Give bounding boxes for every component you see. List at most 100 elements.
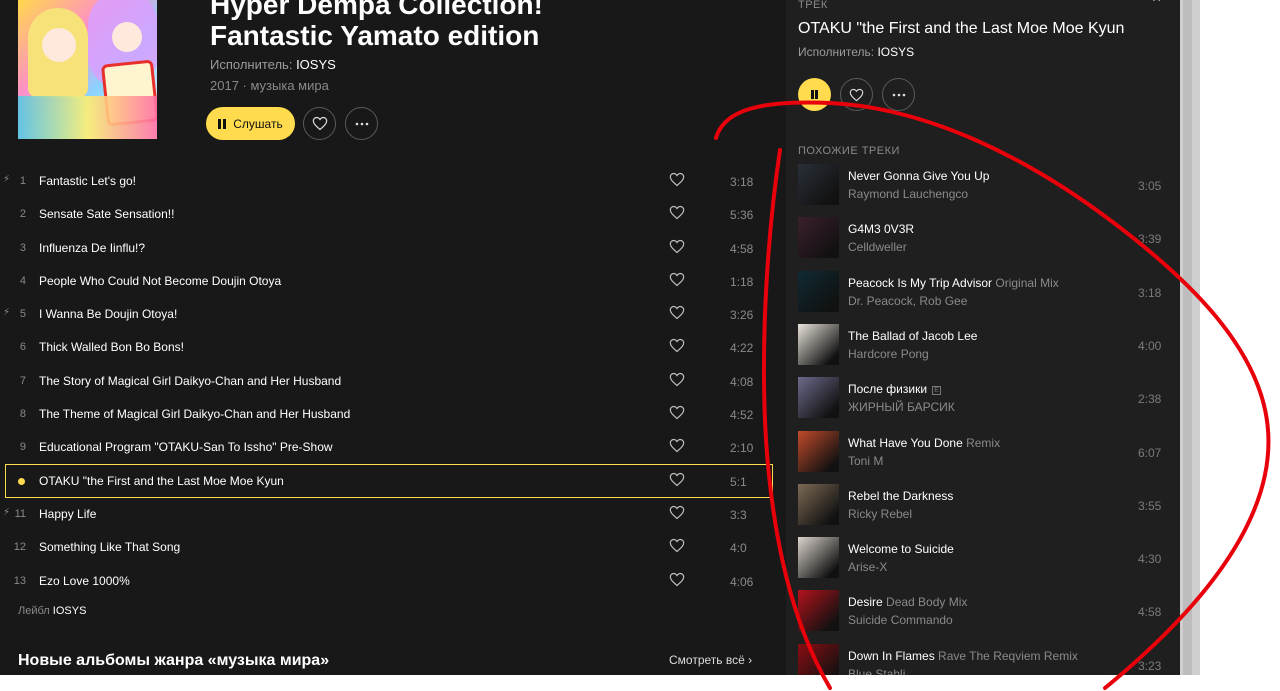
heart-icon[interactable] [669,272,685,288]
panel-like-button[interactable] [840,78,873,111]
heart-icon[interactable] [669,205,685,221]
track-row[interactable]: ⚡︎ 1 Fantastic Let's go! 3:18 [0,164,786,197]
heart-icon[interactable] [669,372,685,388]
panel-artist-link[interactable]: IOSYS [877,45,914,59]
heart-icon[interactable] [669,572,685,588]
similar-track-title-line: После физики E [848,382,942,396]
track-title[interactable]: Sensate Sate Sensation!! [39,207,174,221]
track-title[interactable]: OTAKU "the First and the Last Moe Moe Ky… [39,474,284,488]
similar-track-row[interactable]: The Ballad of Jacob Lee Hardcore Pong 4:00 [798,323,1168,377]
heart-icon[interactable] [669,305,685,321]
track-title[interactable]: Influenza De Iinflu!? [39,241,145,255]
similar-track-title[interactable]: Welcome to Suicide [848,542,954,556]
scrollbar-thumb[interactable] [1183,0,1192,675]
artist-label: Исполнитель: [210,57,293,72]
similar-track-title-line: Rebel the Darkness [848,489,953,503]
similar-track-artist[interactable]: Celldweller [848,240,907,254]
similar-track-title[interactable]: The Ballad of Jacob Lee [848,329,977,343]
similar-track-cover[interactable] [798,483,839,525]
listen-button[interactable]: Слушать [206,107,295,140]
similar-track-artist[interactable]: Toni M [848,454,883,468]
heart-icon[interactable] [669,438,685,454]
similar-track-cover[interactable] [798,270,839,312]
similar-track-row[interactable]: После физики E ЖИРНЫЙ БАРСИК 2:38 [798,377,1168,430]
heart-icon[interactable] [669,505,685,521]
similar-track-cover[interactable] [798,377,839,419]
track-title[interactable]: The Theme of Magical Girl Daikyo-Chan an… [39,407,350,421]
like-album-button[interactable] [303,107,336,140]
similar-track-artist[interactable]: Ricky Rebel [848,507,912,521]
similar-track-artist[interactable]: Raymond Lauchengco [848,187,968,201]
track-row[interactable]: 6 Thick Walled Bon Bo Bons! 4:22 [0,330,786,363]
track-row[interactable]: 13 Ezo Love 1000% 4:06 [0,564,786,597]
track-duration: 4:58 [730,241,754,256]
more-options-button[interactable] [345,107,378,140]
similar-track-cover[interactable] [798,643,839,675]
similar-track-row[interactable]: Welcome to Suicide Arise-X 4:30 [798,537,1168,590]
similar-track-artist[interactable]: Dr. Peacock, Rob Gee [848,294,967,308]
panel-pause-button[interactable] [798,78,831,111]
similar-track-title[interactable]: G4M3 0V3R [848,222,914,236]
similar-track-title[interactable]: Rebel the Darkness [848,489,953,503]
heart-icon[interactable] [669,239,685,255]
similar-track-title[interactable]: Peacock Is My Trip Advisor [848,276,992,290]
track-row[interactable]: 2 Sensate Sate Sensation!! 5:36 [0,197,786,230]
artist-link[interactable]: IOSYS [296,57,336,72]
similar-track-artist[interactable]: ЖИРНЫЙ БАРСИК [848,400,955,414]
panel-kicker: ТРЕК [798,0,828,11]
similar-track-row[interactable]: Down In Flames Rave The Reqviem Remix Blu… [798,643,1168,675]
similar-track-title[interactable]: Desire [848,595,883,609]
similar-track-row[interactable]: Desire Dead Body Mix Suicide Commando 4:58 [798,590,1168,643]
panel-more-button[interactable] [882,78,915,111]
track-title[interactable]: Something Like That Song [39,540,180,554]
track-row[interactable]: ⚡︎ 11 Happy Life 3:3 [0,497,786,530]
similar-track-cover[interactable] [798,430,839,472]
track-title[interactable]: Educational Program "OTAKU-San To Issho"… [39,440,333,454]
track-row[interactable]: 9 Educational Program "OTAKU-San To Issho… [0,430,786,463]
similar-track-title[interactable]: Never Gonna Give You Up [848,169,989,183]
heart-icon[interactable] [669,338,685,354]
similar-track-row[interactable]: Peacock Is My Trip Advisor Original Mix D… [798,270,1168,324]
similar-track-title[interactable]: What Have You Done [848,436,963,450]
similar-track-cover[interactable] [798,590,839,632]
track-title[interactable]: Happy Life [39,507,96,521]
track-title[interactable]: Ezo Love 1000% [39,574,130,588]
track-title[interactable]: The Story of Magical Girl Daikyo-Chan an… [39,374,341,388]
track-row[interactable]: ⚡︎ 5 I Wanna Be Doujin Otoya! 3:26 [0,297,786,330]
close-icon[interactable]: × [1152,0,1161,8]
similar-track-artist[interactable]: Suicide Commando [848,613,953,627]
heart-icon[interactable] [669,172,685,188]
similar-track-row[interactable]: What Have You Done Remix Toni M 6:07 [798,430,1168,484]
track-row[interactable]: 7 The Story of Magical Girl Daikyo-Chan a… [0,364,786,397]
similar-track-row[interactable]: Rebel the Darkness Ricky Rebel 3:55 [798,483,1168,537]
track-row[interactable]: 8 The Theme of Magical Girl Daikyo-Chan a… [0,397,786,430]
similar-track-title[interactable]: Down In Flames [848,649,935,663]
similar-track-cover[interactable] [798,323,839,365]
similar-track-cover[interactable] [798,164,839,205]
track-title[interactable]: People Who Could Not Become Doujin Otoya [39,274,281,288]
similar-track-artist[interactable]: Hardcore Pong [848,347,929,361]
track-title[interactable]: Thick Walled Bon Bo Bons! [39,340,184,354]
track-title[interactable]: I Wanna Be Doujin Otoya! [39,307,177,321]
track-title[interactable]: Fantastic Let's go! [39,174,136,188]
heart-icon[interactable] [669,538,685,554]
label-link[interactable]: IOSYS [53,605,87,617]
similar-track-cover[interactable] [798,217,839,259]
track-row[interactable]: OTAKU "the First and the Last Moe Moe Ky… [0,463,786,498]
heart-icon[interactable] [669,472,685,488]
similar-track-duration: 3:39 [1138,232,1162,247]
similar-track-cover[interactable] [798,537,839,579]
track-number: 6 [19,341,26,354]
see-all-link[interactable]: Смотреть всё › [669,653,752,667]
track-row[interactable]: 4 People Who Could Not Become Doujin Otoy… [0,264,786,297]
album-cover[interactable] [18,0,157,139]
similar-track-title[interactable]: После физики [848,382,927,396]
track-row[interactable]: 3 Influenza De Iinflu!? 4:58 [0,231,786,264]
similar-track-artist[interactable]: Arise-X [848,560,887,574]
heart-icon[interactable] [669,405,685,421]
similar-track-row[interactable]: Never Gonna Give You Up Raymond Lauchengc… [798,164,1168,217]
similar-track-version: Original Mix [995,275,1059,290]
track-row[interactable]: 12 Something Like That Song 4:0 [0,530,786,563]
similar-track-row[interactable]: G4M3 0V3R Celldweller 3:39 [798,217,1168,270]
similar-track-artist[interactable]: Blue Stahli [848,667,905,675]
